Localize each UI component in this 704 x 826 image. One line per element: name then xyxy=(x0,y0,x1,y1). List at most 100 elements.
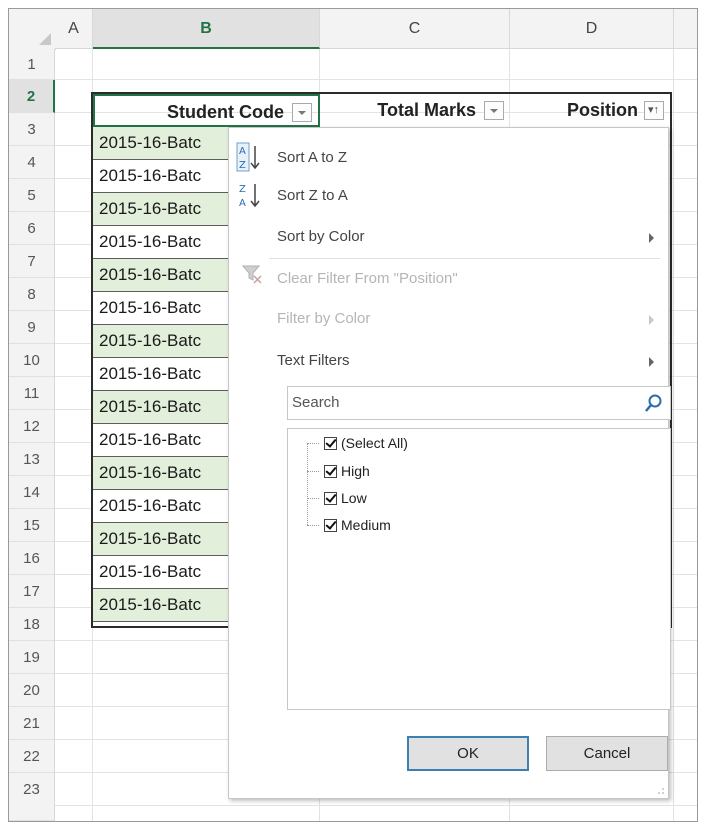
select-all-corner[interactable] xyxy=(9,9,56,50)
row-header[interactable]: 16 xyxy=(9,542,55,575)
checkmark-icon xyxy=(325,436,337,448)
row-header[interactable]: 10 xyxy=(9,344,55,377)
row-header[interactable]: 12 xyxy=(9,410,55,443)
table-cell[interactable]: 2015-16-Batc xyxy=(93,127,229,160)
filter-dropdown-button[interactable] xyxy=(292,103,312,122)
cancel-button[interactable]: Cancel xyxy=(546,736,668,771)
ok-button[interactable]: OK xyxy=(407,736,529,771)
sort-z-to-a-icon: Z A xyxy=(239,184,260,209)
table-cell[interactable]: 2015-16-Batc xyxy=(93,523,229,556)
gridline xyxy=(55,79,697,80)
list-item-label: Medium xyxy=(341,517,391,533)
sort-a-to-z-icon: A Z xyxy=(236,142,260,172)
sort-by-color-menu-item[interactable]: Sort by Color xyxy=(277,220,365,254)
table-cell[interactable]: 2015-16-Batc xyxy=(93,424,229,457)
table-cell[interactable]: 2015-16-Batc xyxy=(93,490,229,523)
row-header[interactable]: 6 xyxy=(9,212,55,245)
table-cell[interactable]: 2015-16-Batc xyxy=(93,391,229,424)
tree-connector xyxy=(307,443,309,525)
column-header-e[interactable] xyxy=(674,9,697,49)
row-header[interactable]: 13 xyxy=(9,443,55,476)
row-header[interactable]: 1 xyxy=(9,49,55,80)
header-cell-student-code[interactable]: Student Code xyxy=(93,94,320,127)
filter-sorted-icon: ▾↑ xyxy=(648,104,660,116)
medium-checkbox[interactable] xyxy=(324,518,337,532)
search-input[interactable]: Search xyxy=(287,386,671,420)
header-cell-total-marks[interactable]: Total Marks xyxy=(320,94,510,127)
svg-text:A: A xyxy=(239,198,246,209)
table-cell[interactable]: 2015-16-Batc xyxy=(93,226,229,259)
svg-text:Z: Z xyxy=(239,184,246,195)
row-header[interactable]: 5 xyxy=(9,179,55,212)
table-cell[interactable]: 2015-16-Batc xyxy=(93,589,229,622)
row-header[interactable]: 17 xyxy=(9,575,55,608)
sort-a-to-z-menu-item[interactable]: Sort A to Z xyxy=(277,141,347,175)
submenu-arrow-icon xyxy=(649,357,654,367)
tree-connector xyxy=(307,443,319,445)
row-header[interactable]: 7 xyxy=(9,245,55,278)
header-label: Total Marks xyxy=(377,100,476,120)
filter-by-color-menu-item[interactable]: Filter by Color xyxy=(277,302,370,336)
column-header-d[interactable]: D xyxy=(510,9,674,49)
gridline xyxy=(673,49,674,821)
row-header[interactable]: 9 xyxy=(9,311,55,344)
svg-text:Z: Z xyxy=(239,160,246,171)
clear-filter-menu-item[interactable]: Clear Filter From "Position" xyxy=(277,262,458,296)
row-header[interactable]: 18 xyxy=(9,608,55,641)
row-header[interactable]: 19 xyxy=(9,641,55,674)
resize-grip-icon[interactable] xyxy=(657,787,665,795)
row-header[interactable]: 2 xyxy=(9,80,55,113)
table-cell[interactable]: 2015-16-Batc xyxy=(93,358,229,391)
table-cell[interactable]: 2015-16-Batc xyxy=(93,160,229,193)
checkmark-icon xyxy=(325,518,337,530)
chevron-down-icon xyxy=(490,109,498,113)
row-header[interactable]: 14 xyxy=(9,476,55,509)
table-cell[interactable]: 2015-16-Batc xyxy=(93,457,229,490)
header-label: Position xyxy=(567,100,638,120)
chevron-down-icon xyxy=(298,111,306,115)
table-cell[interactable]: 2015-16-Batc xyxy=(93,193,229,226)
tree-connector xyxy=(307,471,319,473)
row-header[interactable]: 3 xyxy=(9,113,55,146)
row-header[interactable]: 20 xyxy=(9,674,55,707)
table-cell[interactable]: 2015-16-Batc xyxy=(93,259,229,292)
row-header[interactable]: 21 xyxy=(9,707,55,740)
worksheet-grid: A B C D 1 2 3 4 5 6 7 8 9 10 11 12 13 14… xyxy=(9,9,697,821)
filter-values-list[interactable]: (Select All) High Low Medium xyxy=(287,428,671,710)
submenu-arrow-icon xyxy=(649,315,654,325)
row-header[interactable]: 4 xyxy=(9,146,55,179)
search-placeholder: Search xyxy=(292,394,340,411)
tree-connector xyxy=(307,525,319,527)
filter-active-button[interactable]: ▾↑ xyxy=(644,101,664,120)
text-filters-menu-item[interactable]: Text Filters xyxy=(277,344,350,378)
row-header[interactable]: 15 xyxy=(9,509,55,542)
column-header-c[interactable]: C xyxy=(320,9,510,49)
list-item-label: (Select All) xyxy=(341,435,408,451)
row-header[interactable]: 11 xyxy=(9,377,55,410)
low-checkbox[interactable] xyxy=(324,491,337,505)
submenu-arrow-icon xyxy=(649,233,654,243)
select-all-triangle-icon xyxy=(39,33,51,45)
filter-dropdown-menu: A Z Z A Sort A to Z Sort Z to A Sort by … xyxy=(228,127,671,799)
clear-filter-icon xyxy=(241,265,262,284)
spreadsheet-window: A B C D 1 2 3 4 5 6 7 8 9 10 11 12 13 14… xyxy=(8,8,698,822)
column-header-b[interactable]: B xyxy=(93,9,320,49)
header-cell-position[interactable]: Position ▾↑ xyxy=(510,94,670,127)
row-header[interactable]: 23 xyxy=(9,773,55,821)
sort-z-to-a-menu-item[interactable]: Sort Z to A xyxy=(277,179,348,213)
search-icon[interactable] xyxy=(644,393,664,413)
gridline xyxy=(55,805,697,806)
table-cell[interactable]: 2015-16-Batc xyxy=(93,325,229,358)
row-header[interactable]: 22 xyxy=(9,740,55,773)
row-header[interactable]: 8 xyxy=(9,278,55,311)
column-header-a[interactable]: A xyxy=(55,9,93,49)
list-item-label: High xyxy=(341,463,370,479)
menu-separator xyxy=(269,258,660,259)
header-label: Student Code xyxy=(167,102,284,122)
table-cell[interactable]: 2015-16-Batc xyxy=(93,556,229,589)
high-checkbox[interactable] xyxy=(324,464,337,478)
tree-connector xyxy=(307,498,319,500)
select-all-checkbox[interactable] xyxy=(324,436,337,450)
filter-dropdown-button[interactable] xyxy=(484,101,504,120)
table-cell[interactable]: 2015-16-Batc xyxy=(93,292,229,325)
